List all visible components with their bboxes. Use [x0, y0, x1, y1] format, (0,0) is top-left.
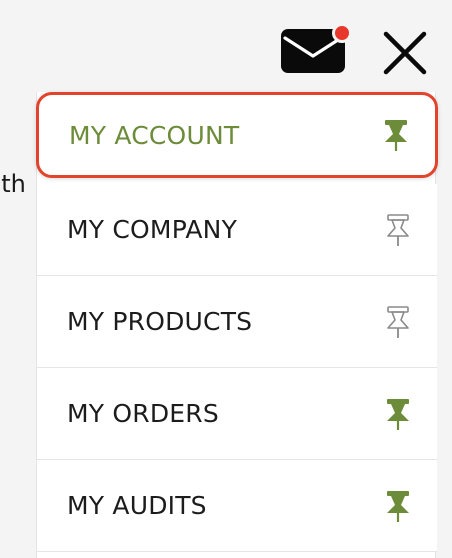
close-button[interactable]	[380, 28, 430, 78]
menu-item-my-products[interactable]: MY PRODUCTS	[37, 276, 437, 368]
page: uth MY ACCOUNT MY COMPANY	[0, 0, 452, 558]
close-icon	[383, 31, 427, 75]
menu-item-label: MY ORDERS	[67, 399, 219, 428]
menu-item-my-orders[interactable]: MY ORDERS	[37, 368, 437, 460]
menu-item-my-account[interactable]: MY ACCOUNT	[36, 92, 438, 178]
pin-icon-unpinned[interactable]	[385, 305, 411, 339]
notification-dot	[332, 23, 352, 43]
account-dropdown-menu: MY ACCOUNT MY COMPANY MY PRODUCTS MY ORD…	[36, 92, 438, 558]
menu-item-label: MY COMPANY	[67, 215, 238, 244]
menu-item-my-company[interactable]: MY COMPANY	[37, 184, 437, 276]
pin-icon-unpinned[interactable]	[385, 213, 411, 247]
menu-item-label: MY AUDITS	[67, 491, 207, 520]
menu-item-my-audits[interactable]: MY AUDITS	[37, 460, 437, 552]
messages-button[interactable]	[280, 23, 352, 76]
background-text-fragment: uth	[0, 170, 26, 198]
menu-item-label: MY PRODUCTS	[67, 307, 253, 336]
pin-icon-pinned[interactable]	[385, 397, 411, 431]
pin-icon-pinned[interactable]	[383, 118, 409, 152]
pin-icon-pinned[interactable]	[385, 489, 411, 523]
menu-item-label: MY ACCOUNT	[69, 120, 240, 150]
